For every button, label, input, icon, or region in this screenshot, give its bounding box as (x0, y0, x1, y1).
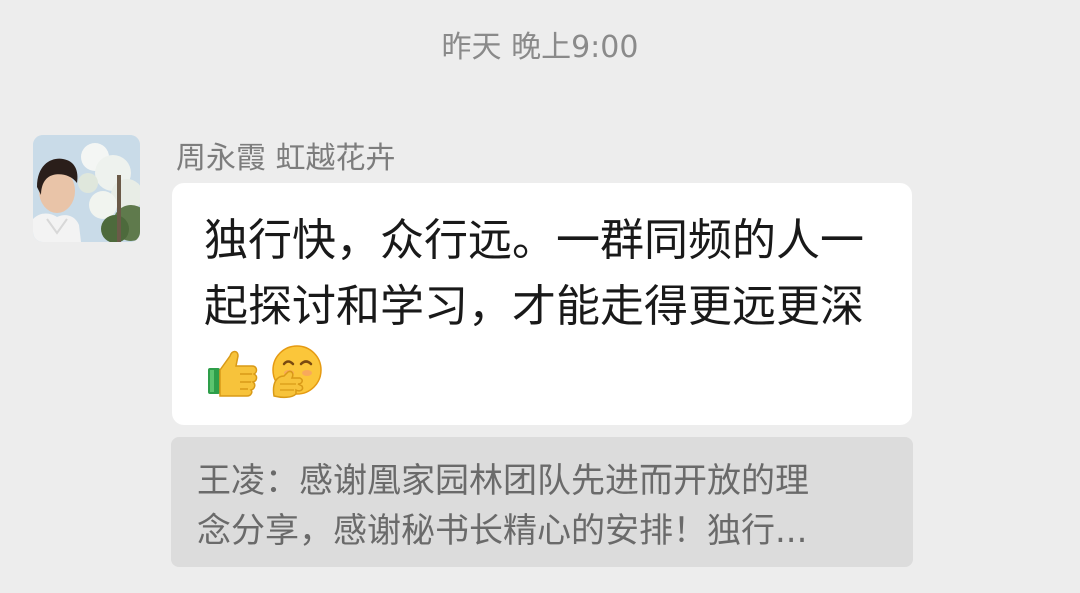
message-bubble[interactable]: 独行快，众行远。一群同频的人一 起探讨和学习，才能走得更远更深 (172, 183, 912, 425)
message-text-line: 起探讨和学习，才能走得更远更深 (204, 281, 864, 332)
shushing-face-icon (266, 342, 324, 400)
message-text-line: 独行快，众行远。一群同频的人一 (204, 215, 864, 266)
quoted-reply-line: 王凌：感谢凰家园林团队先进而开放的理 (197, 461, 809, 501)
sender-avatar[interactable] (33, 135, 140, 242)
thumbs-up-icon (204, 342, 262, 400)
emoji-row (204, 338, 886, 404)
quoted-reply-line: 念分享，感谢秘书长精心的安排！独行... (197, 511, 808, 551)
message-timestamp: 昨天 晚上9:00 (441, 30, 639, 65)
sender-name: 周永霞 虹越花卉 (176, 141, 396, 176)
quoted-reply[interactable]: 王凌：感谢凰家园林团队先进而开放的理 念分享，感谢秘书长精心的安排！独行... (171, 437, 913, 567)
